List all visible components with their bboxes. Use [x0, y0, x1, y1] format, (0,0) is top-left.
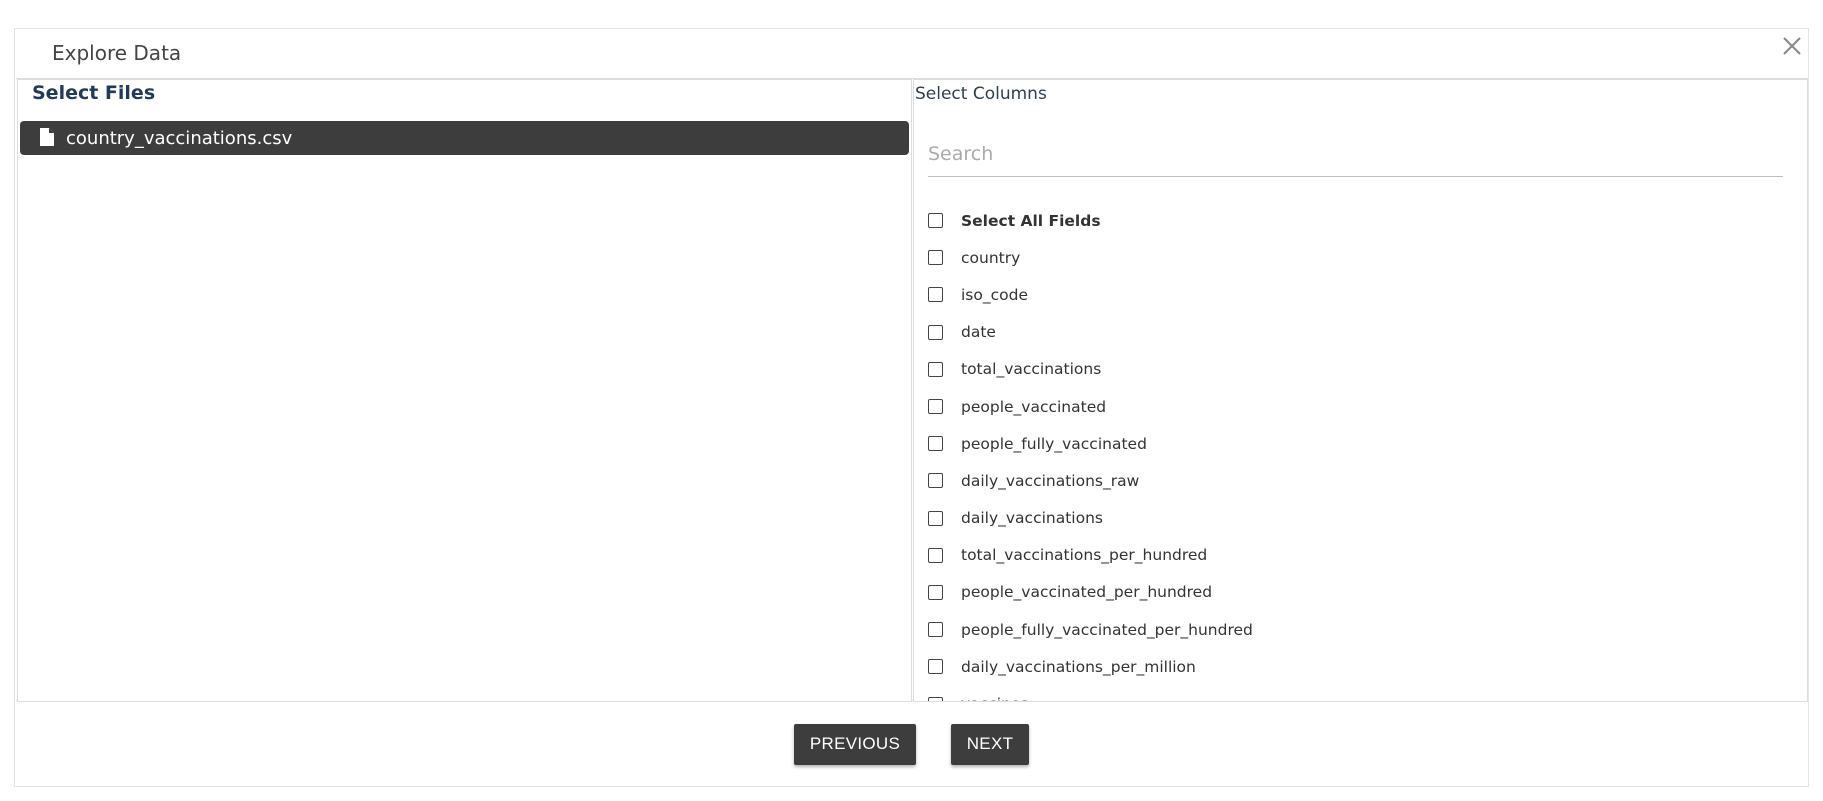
files-pane-title: Select Files [32, 82, 156, 104]
field-label: people_vaccinated_per_hundred [961, 583, 1213, 602]
file-icon [40, 128, 56, 148]
checkbox[interactable] [928, 213, 943, 229]
field-label: daily_vaccinations_per_million [961, 657, 1196, 676]
field-row-people-vaccinated-per-hundred[interactable]: people_vaccinated_per_hundred [928, 574, 1788, 611]
field-label: date [961, 323, 996, 342]
dialog-footer: PREVIOUS NEXT [15, 702, 1808, 786]
file-item-label: country_vaccinations.csv [66, 127, 293, 149]
explore-data-dialog: Explore Data Select Files country_vaccin… [14, 28, 1809, 787]
select-all-fields[interactable]: Select All Fields [928, 202, 1788, 239]
field-row-people-vaccinated[interactable]: people_vaccinated [928, 388, 1788, 425]
close-icon [1781, 35, 1803, 61]
field-row-daily-vaccinations-per-million[interactable]: daily_vaccinations_per_million [928, 648, 1788, 685]
dialog-title: Explore Data [52, 41, 182, 65]
file-item-country-vaccinations[interactable]: country_vaccinations.csv [20, 121, 909, 155]
field-label: total_vaccinations_per_hundred [961, 546, 1208, 565]
field-label: total_vaccinations [961, 360, 1102, 379]
dialog-body: Select Files country_vaccinations.csv Se… [16, 78, 1808, 702]
field-row-total-vaccinations[interactable]: total_vaccinations [928, 351, 1788, 388]
checkbox[interactable] [928, 622, 943, 638]
field-label: iso_code [961, 285, 1028, 304]
checkbox[interactable] [928, 510, 943, 526]
field-row-people-fully-vaccinated-per-hundred[interactable]: people_fully_vaccinated_per_hundred [928, 611, 1788, 648]
checkbox[interactable] [928, 399, 943, 415]
checkbox[interactable] [928, 361, 943, 377]
field-row-daily-vaccinations-raw[interactable]: daily_vaccinations_raw [928, 462, 1788, 499]
checkbox[interactable] [928, 659, 943, 675]
select-all-label: Select All Fields [961, 211, 1101, 230]
field-label: vaccines [961, 695, 1028, 701]
field-label: people_fully_vaccinated [961, 434, 1147, 453]
files-pane: Select Files country_vaccinations.csv [17, 79, 912, 702]
field-row-vaccines[interactable]: vaccines [928, 685, 1788, 701]
field-row-people-fully-vaccinated[interactable]: people_fully_vaccinated [928, 425, 1788, 462]
columns-pane: Select Columns Select All Fields country… [913, 79, 1808, 702]
field-row-date[interactable]: date [928, 314, 1788, 351]
checkbox[interactable] [928, 324, 943, 340]
field-row-country[interactable]: country [928, 239, 1788, 276]
close-button[interactable] [1777, 33, 1807, 63]
field-label: people_vaccinated [961, 397, 1107, 416]
field-label: daily_vaccinations_raw [961, 471, 1140, 490]
columns-pane-title: Select Columns [915, 84, 1047, 104]
field-list: Select All Fields country iso_code date … [928, 202, 1788, 701]
search-input[interactable] [928, 132, 1783, 177]
field-label: country [961, 248, 1021, 267]
checkbox[interactable] [928, 473, 943, 489]
field-row-daily-vaccinations[interactable]: daily_vaccinations [928, 500, 1788, 537]
field-row-iso-code[interactable]: iso_code [928, 276, 1788, 313]
field-label: daily_vaccinations [961, 509, 1103, 528]
next-button[interactable]: NEXT [951, 723, 1029, 765]
checkbox[interactable] [928, 547, 943, 563]
field-row-total-vaccinations-per-hundred[interactable]: total_vaccinations_per_hundred [928, 537, 1788, 574]
field-label: people_fully_vaccinated_per_hundred [961, 620, 1253, 639]
checkbox[interactable] [928, 250, 943, 266]
checkbox[interactable] [928, 436, 943, 452]
previous-button[interactable]: PREVIOUS [794, 723, 916, 765]
checkbox[interactable] [928, 287, 943, 303]
checkbox[interactable] [928, 584, 943, 600]
